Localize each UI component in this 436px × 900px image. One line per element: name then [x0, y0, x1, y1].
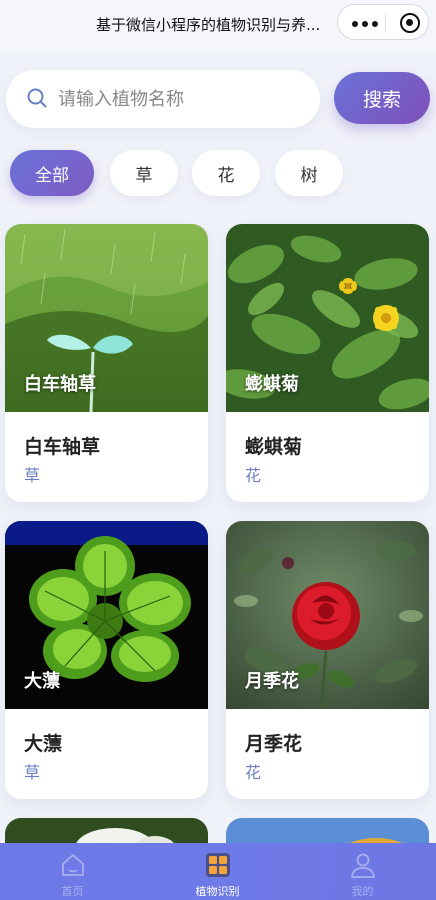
search-button[interactable]: 搜索: [334, 72, 430, 124]
capsule-divider: [385, 14, 386, 32]
plant-name: 蟛蜞菊: [245, 436, 303, 458]
plant-name: 月季花: [245, 733, 303, 755]
home-icon: [61, 854, 84, 876]
tab-plant-recognition[interactable]: 植物识别: [145, 843, 290, 900]
navigation-bar: 基于微信小程序的植物识别与养...: [0, 0, 436, 52]
plant-category: 草: [24, 763, 41, 782]
plant-image-caption: 大薸: [24, 671, 60, 692]
plant-image-caption: 蟛蜞菊: [245, 374, 299, 395]
plant-image-caption: 白车轴草: [24, 374, 96, 395]
tab-label: 我的: [351, 885, 374, 898]
search-input[interactable]: [58, 84, 308, 114]
close-mini-program-icon[interactable]: [400, 13, 420, 33]
filter-chip-all[interactable]: 全部: [10, 150, 94, 196]
plant-category: 草: [24, 466, 41, 485]
tab-label: 首页: [61, 885, 84, 898]
filter-chip-grass[interactable]: 草: [110, 150, 178, 196]
plant-name: 白车轴草: [24, 436, 101, 458]
search-icon: [27, 88, 47, 108]
filter-chip-tree[interactable]: 树: [275, 150, 343, 196]
plant-image-caption: 月季花: [245, 671, 299, 692]
more-icon[interactable]: [352, 21, 378, 27]
plant-name: 大薸: [24, 733, 63, 755]
filter-chip-flower[interactable]: 花: [192, 150, 260, 196]
plant-card[interactable]: 白车轴草 白车轴草 草: [5, 224, 208, 502]
tab-mine[interactable]: 我的: [290, 843, 435, 900]
plant-category: 花: [245, 466, 262, 485]
plant-category: 花: [245, 763, 262, 782]
search-box[interactable]: [6, 70, 320, 128]
plant-card[interactable]: 月季花 月季花 花: [226, 521, 429, 799]
page-title: 基于微信小程序的植物识别与养...: [96, 16, 321, 34]
plant-card[interactable]: 大薸 大薸 草: [5, 521, 208, 799]
plant-card[interactable]: 蟛蜞菊 蟛蜞菊 花: [226, 224, 429, 502]
mini-program-capsule[interactable]: [337, 4, 429, 40]
bottom-tab-bar: 首页 植物识别 我的: [0, 843, 436, 900]
user-icon: [350, 853, 375, 878]
tab-label: 植物识别: [195, 885, 240, 898]
tab-home[interactable]: 首页: [0, 843, 145, 900]
grid-icon: [205, 853, 230, 877]
